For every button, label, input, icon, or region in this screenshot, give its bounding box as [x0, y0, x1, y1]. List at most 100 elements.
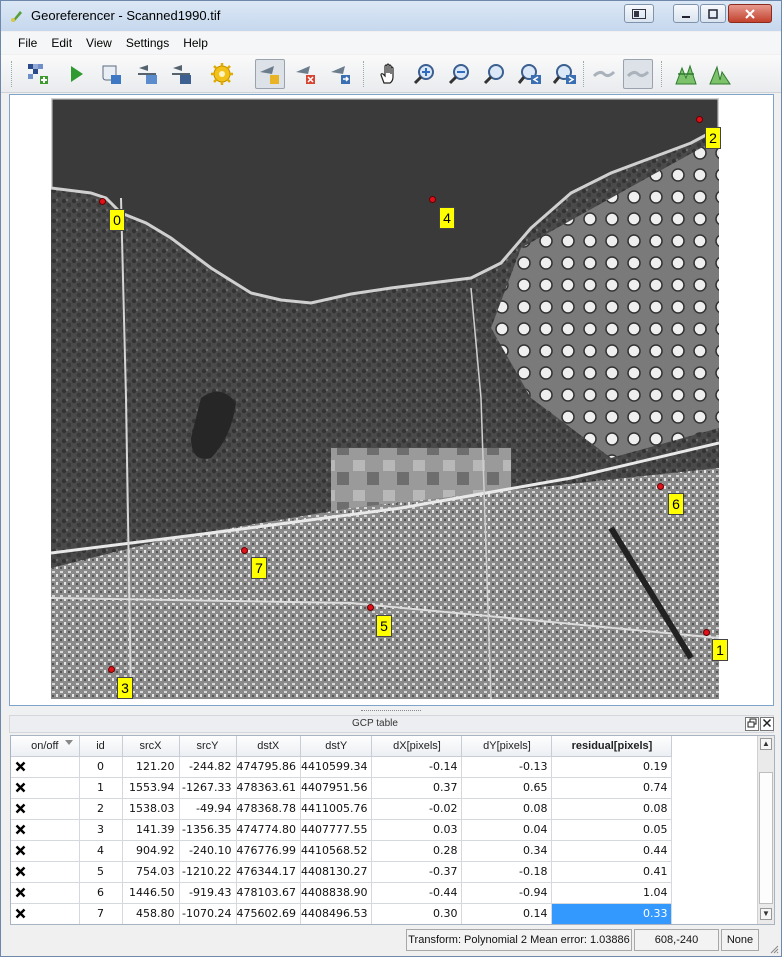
column-header-srcy[interactable]: srcY: [179, 736, 237, 757]
table-row[interactable]: 2 1538.03 -49.94 478368.78 4411005.76 -0.02 0.…: [11, 798, 673, 820]
cell-dsty[interactable]: 4408496.53: [300, 903, 373, 924]
cell-dy[interactable]: -0.18: [461, 861, 553, 883]
save-gcp-points-button[interactable]: [167, 59, 197, 89]
cell-dy[interactable]: 0.04: [461, 819, 553, 841]
gcp-marker[interactable]: [696, 116, 703, 123]
cell-srcy[interactable]: -240.10: [179, 840, 237, 862]
gcp-marker[interactable]: [367, 604, 374, 611]
load-gcp-points-button[interactable]: [133, 59, 163, 89]
cell-srcx[interactable]: 904.92: [122, 840, 180, 862]
column-header-dx[interactable]: dX[pixels]: [371, 736, 463, 757]
cell-dx[interactable]: 0.28: [371, 840, 463, 862]
gcp-table-scrollbar[interactable]: ▲ ▼: [757, 736, 774, 924]
minimize-button[interactable]: [673, 4, 699, 23]
move-gcp-point-button[interactable]: [326, 59, 356, 89]
cell-dstx[interactable]: 478103.67: [236, 882, 301, 904]
restore-layout-button[interactable]: [624, 4, 654, 23]
menu-edit[interactable]: Edit: [44, 34, 79, 52]
toolbar-handle[interactable]: [11, 61, 13, 87]
table-row[interactable]: 1 1553.94 -1267.33 478363.61 4407951.56 0.37 0…: [11, 777, 673, 799]
gcp-marker[interactable]: [657, 483, 664, 490]
column-header-residual[interactable]: residual[pixels]: [551, 736, 673, 757]
cell-id[interactable]: 0: [79, 756, 123, 778]
zoom-in-button[interactable]: [410, 59, 440, 89]
start-georeferencing-button[interactable]: [61, 59, 91, 89]
scroll-down-arrow[interactable]: ▼: [760, 908, 772, 920]
table-row[interactable]: 6 1446.50 -919.43 478103.67 4408838.90 -0.44-…: [11, 882, 673, 904]
cell-dstx[interactable]: 478368.78: [236, 798, 301, 820]
cell-srcy[interactable]: -919.43: [179, 882, 237, 904]
close-dock-button[interactable]: [760, 717, 774, 731]
cell-residual[interactable]: 0.05: [551, 819, 673, 841]
cell-dy[interactable]: -0.94: [461, 882, 553, 904]
gcp-enabled-checkbox[interactable]: [11, 756, 80, 778]
table-row[interactable]: 3 141.39 -1356.35 474774.80 4407777.55 0.03 0.…: [11, 819, 673, 841]
gcp-enabled-checkbox[interactable]: [11, 840, 80, 862]
zoom-out-button[interactable]: [445, 59, 475, 89]
cell-srcx[interactable]: 1553.94: [122, 777, 180, 799]
cell-srcy[interactable]: -1210.22: [179, 861, 237, 883]
cell-srcx[interactable]: 121.20: [122, 756, 180, 778]
cell-id[interactable]: 1: [79, 777, 123, 799]
cell-residual[interactable]: 0.19: [551, 756, 673, 778]
cell-residual[interactable]: 0.33: [551, 903, 673, 924]
cell-dx[interactable]: -0.14: [371, 756, 463, 778]
table-row[interactable]: 4 904.92 -240.10 476776.99 4410568.52 0.28 0.3…: [11, 840, 673, 862]
cell-dsty[interactable]: 4410568.52: [300, 840, 373, 862]
column-header-dsty[interactable]: dstY: [300, 736, 373, 757]
zoom-last-button[interactable]: [515, 59, 545, 89]
crs-indicator[interactable]: None: [721, 929, 759, 951]
float-dock-button[interactable]: [745, 717, 759, 731]
cell-dx[interactable]: 0.30: [371, 903, 463, 924]
gcp-enabled-checkbox[interactable]: [11, 777, 80, 799]
cell-id[interactable]: 6: [79, 882, 123, 904]
cell-dsty[interactable]: 4411005.76: [300, 798, 373, 820]
gcp-marker[interactable]: [99, 198, 106, 205]
cell-dstx[interactable]: 476344.17: [236, 861, 301, 883]
cell-srcx[interactable]: 141.39: [122, 819, 180, 841]
cell-dstx[interactable]: 478363.61: [236, 777, 301, 799]
close-window-button[interactable]: [728, 4, 772, 23]
cell-srcx[interactable]: 1446.50: [122, 882, 180, 904]
cell-srcx[interactable]: 1538.03: [122, 798, 180, 820]
cell-id[interactable]: 2: [79, 798, 123, 820]
cell-dy[interactable]: 0.08: [461, 798, 553, 820]
cell-dstx[interactable]: 474795.86: [236, 756, 301, 778]
cell-dsty[interactable]: 4410599.34: [300, 756, 373, 778]
zoom-to-layer-button[interactable]: [480, 59, 510, 89]
table-row[interactable]: 0 121.20 -244.82 474795.86 4410599.34 -0.14 -0…: [11, 756, 673, 778]
menu-view[interactable]: View: [79, 34, 119, 52]
cell-srcy[interactable]: -49.94: [179, 798, 237, 820]
zoom-next-button[interactable]: [550, 59, 580, 89]
delete-point-button[interactable]: [291, 59, 321, 89]
gcp-enabled-checkbox[interactable]: [11, 882, 80, 904]
map-canvas[interactable]: 0 1 2 3 4 5 6 7: [9, 94, 774, 706]
gcp-marker[interactable]: [429, 196, 436, 203]
cell-srcy[interactable]: -1267.33: [179, 777, 237, 799]
cell-dy[interactable]: 0.14: [461, 903, 553, 924]
gcp-enabled-checkbox[interactable]: [11, 861, 80, 883]
maximize-button[interactable]: [700, 4, 726, 23]
cell-srcx[interactable]: 458.80: [122, 903, 180, 924]
cell-dx[interactable]: 0.03: [371, 819, 463, 841]
full-histogram-stretch-button[interactable]: [671, 59, 701, 89]
link-georeferencer-to-qgis-button[interactable]: [589, 59, 619, 89]
gcp-marker[interactable]: [108, 666, 115, 673]
cell-id[interactable]: 7: [79, 903, 123, 924]
cell-dy[interactable]: 0.65: [461, 777, 553, 799]
column-header-id[interactable]: id: [79, 736, 123, 757]
gcp-table-dock-title[interactable]: GCP table: [9, 715, 774, 733]
local-histogram-stretch-button[interactable]: [705, 59, 735, 89]
menu-settings[interactable]: Settings: [119, 34, 176, 52]
cell-dsty[interactable]: 4408130.27: [300, 861, 373, 883]
cell-dstx[interactable]: 475602.69: [236, 903, 301, 924]
column-header-dstx[interactable]: dstX: [236, 736, 301, 757]
cell-dx[interactable]: -0.37: [371, 861, 463, 883]
scroll-up-arrow[interactable]: ▲: [760, 738, 772, 750]
cell-dx[interactable]: 0.37: [371, 777, 463, 799]
cell-dx[interactable]: -0.44: [371, 882, 463, 904]
column-header-dy[interactable]: dY[pixels]: [461, 736, 553, 757]
cell-id[interactable]: 4: [79, 840, 123, 862]
scroll-thumb[interactable]: [759, 772, 773, 904]
column-header-srcx[interactable]: srcX: [122, 736, 180, 757]
